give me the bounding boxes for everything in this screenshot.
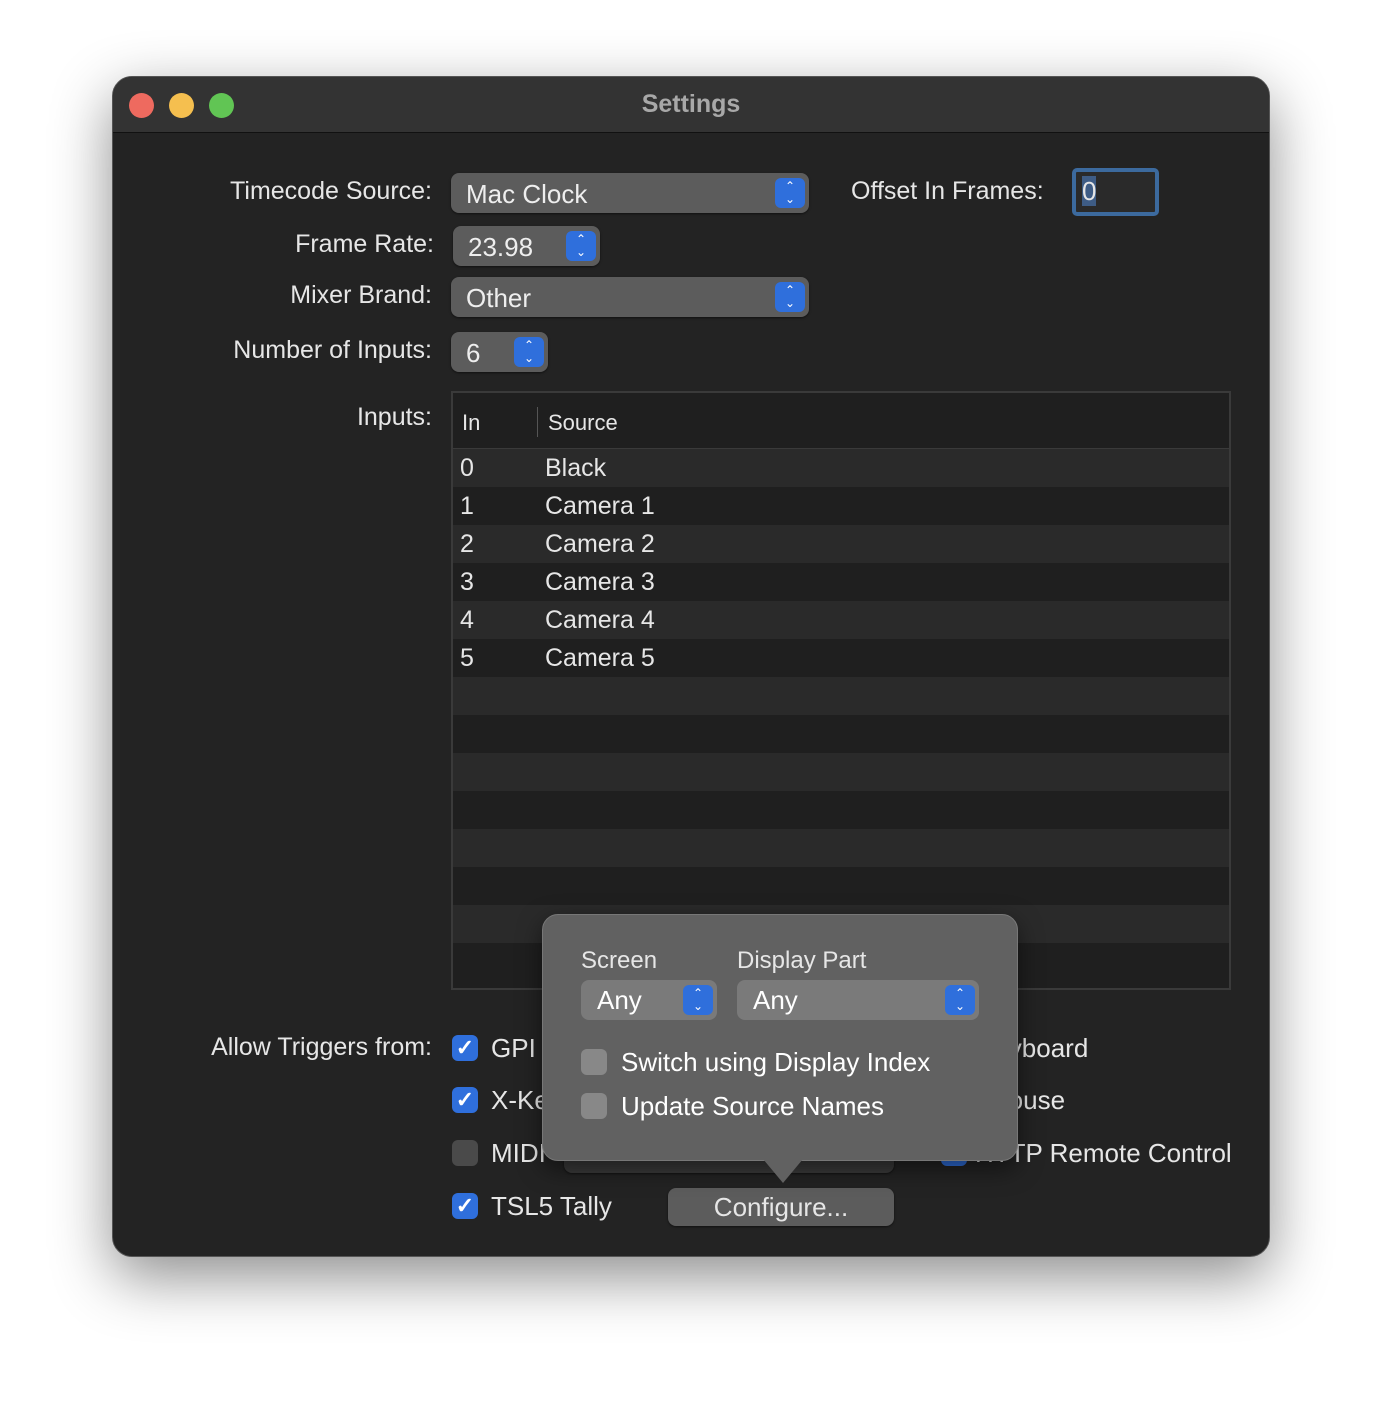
update-names-checkbox[interactable] xyxy=(581,1093,607,1119)
offset-value: 0 xyxy=(1082,176,1097,206)
inputs-count-popup[interactable]: 6 ⌃ ⌄ xyxy=(451,332,548,372)
timecode-source-label: Timecode Source: xyxy=(230,177,432,205)
table-row[interactable]: 5 Camera 5 xyxy=(453,639,1229,677)
switch-index-checkbox[interactable] xyxy=(581,1049,607,1075)
cell-source: Black xyxy=(545,454,607,482)
cell-in: 1 xyxy=(460,492,474,520)
chevron-updown-icon: ⌃ ⌄ xyxy=(945,985,975,1015)
popover-arrow xyxy=(763,1159,803,1183)
switch-index-label: Switch using Display Index xyxy=(621,1047,931,1077)
xkeys-checkbox[interactable]: ✓ xyxy=(452,1087,478,1113)
timecode-source-value: Mac Clock xyxy=(466,179,588,209)
table-row[interactable]: 0 Black xyxy=(453,449,1229,487)
cell-in: 4 xyxy=(460,606,474,634)
column-header-source[interactable]: Source xyxy=(548,410,618,436)
chevron-updown-icon: ⌃ ⌄ xyxy=(775,178,805,208)
title-bar: Settings xyxy=(113,77,1269,133)
table-row[interactable] xyxy=(453,753,1229,791)
cell-in: 5 xyxy=(460,644,474,672)
mixer-brand-value: Other xyxy=(466,283,532,313)
window-title: Settings xyxy=(641,90,741,118)
settings-window: Settings Timecode Source: Mac Clock ⌃ ⌄ Of… xyxy=(112,76,1270,1257)
mixer-brand-popup[interactable]: Other ⌃ ⌄ xyxy=(451,277,809,317)
update-names-label: Update Source Names xyxy=(621,1091,885,1121)
table-header: In Source xyxy=(453,393,1229,449)
display-part-label: Display Part xyxy=(737,947,867,974)
timecode-source-popup[interactable]: Mac Clock ⌃ ⌄ xyxy=(451,173,809,213)
midi-label: MIDI xyxy=(491,1138,546,1168)
screen-value: Any xyxy=(597,985,642,1015)
display-part-popup[interactable]: Any ⌃ ⌄ xyxy=(737,980,979,1020)
table-row[interactable] xyxy=(453,791,1229,829)
mixer-brand-label: Mixer Brand: xyxy=(290,281,432,309)
gpi-checkbox[interactable]: ✓ xyxy=(452,1035,478,1061)
cell-source: Camera 5 xyxy=(545,644,655,672)
cell-in: 3 xyxy=(460,568,474,596)
inputs-count-label: Number of Inputs: xyxy=(233,336,432,364)
inputs-label: Inputs: xyxy=(356,403,432,431)
offset-input[interactable]: 0 xyxy=(1072,168,1159,216)
table-row[interactable] xyxy=(453,867,1229,905)
screen-popup[interactable]: Any ⌃ ⌄ xyxy=(581,980,717,1020)
screen-label: Screen xyxy=(581,947,658,974)
cell-source: Camera 2 xyxy=(545,530,655,558)
table-row[interactable]: 1 Camera 1 xyxy=(453,487,1229,525)
frame-rate-value: 23.98 xyxy=(468,232,534,262)
midi-checkbox[interactable] xyxy=(452,1140,478,1166)
inputs-count-value: 6 xyxy=(466,338,481,368)
table-row[interactable] xyxy=(453,829,1229,867)
table-row[interactable] xyxy=(453,715,1229,753)
configure-popover: Screen Display Part Any ⌃ ⌄ Any ⌃ ⌄ Switch u… xyxy=(542,914,1018,1161)
tsl5-label: TSL5 Tally xyxy=(491,1191,612,1221)
frame-rate-label: Frame Rate: xyxy=(295,230,434,258)
table-row[interactable]: 4 Camera 4 xyxy=(453,601,1229,639)
chevron-updown-icon: ⌃ ⌄ xyxy=(775,282,805,312)
offset-label: Offset In Frames: xyxy=(851,177,1044,205)
cell-source: Camera 3 xyxy=(545,568,655,596)
table-row[interactable]: 2 Camera 2 xyxy=(453,525,1229,563)
cell-source: Camera 4 xyxy=(545,606,655,634)
chevron-updown-icon: ⌃ ⌄ xyxy=(566,231,596,261)
display-part-value: Any xyxy=(753,985,798,1015)
inputs-table[interactable]: In Source 0 Black 1 Camera 1 2 Camera 2 3 Camer… xyxy=(451,391,1231,990)
cell-in: 2 xyxy=(460,530,474,558)
gpi-label: GPI xyxy=(491,1033,536,1063)
column-header-in[interactable]: In xyxy=(462,410,480,436)
tsl5-checkbox[interactable]: ✓ xyxy=(452,1193,478,1219)
cell-source: Camera 1 xyxy=(545,492,655,520)
table-row[interactable]: 3 Camera 3 xyxy=(453,563,1229,601)
table-row[interactable] xyxy=(453,677,1229,715)
cell-in: 0 xyxy=(460,454,474,482)
configure-button[interactable]: Configure... xyxy=(668,1188,894,1226)
frame-rate-popup[interactable]: 23.98 ⌃ ⌄ xyxy=(453,226,600,266)
chevron-updown-icon: ⌃ ⌄ xyxy=(683,985,713,1015)
chevron-updown-icon: ⌃ ⌄ xyxy=(514,337,544,367)
triggers-label: Allow Triggers from: xyxy=(211,1033,432,1061)
